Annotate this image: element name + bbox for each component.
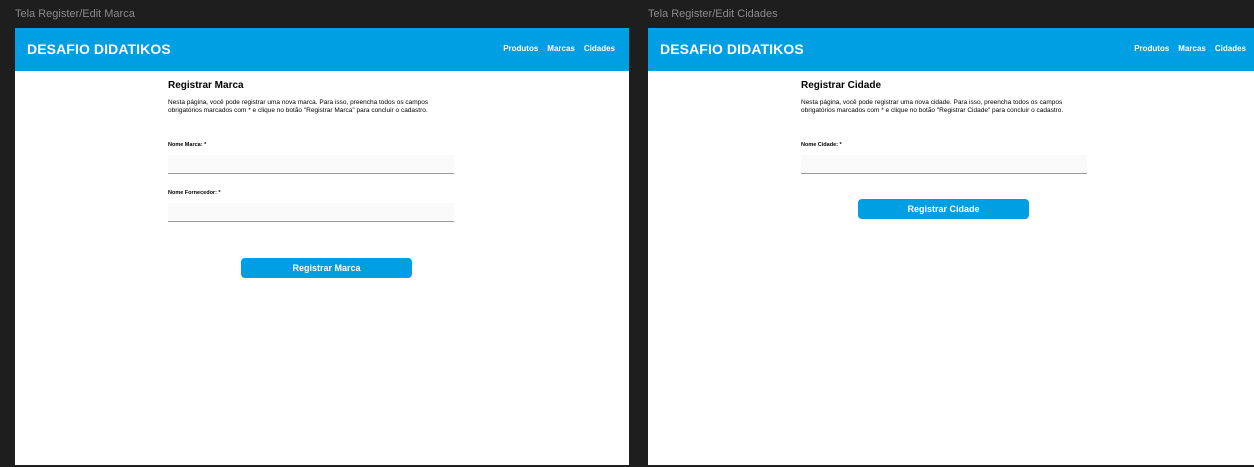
page-title: Registrar Marca bbox=[168, 80, 244, 91]
registrar-cidade-button[interactable]: Registrar Cidade bbox=[858, 199, 1029, 219]
nome-marca-input[interactable] bbox=[168, 155, 454, 174]
page-description: Nesta página, você pode registrar uma no… bbox=[801, 99, 1064, 114]
nome-marca-label: Nome Marca: * bbox=[168, 142, 207, 148]
form-content: Registrar Marca Nesta página, você pode … bbox=[168, 80, 454, 114]
registrar-marca-button[interactable]: Registrar Marca bbox=[241, 258, 412, 278]
brand-logo[interactable]: DESAFIO DIDATIKOS bbox=[27, 41, 171, 57]
navbar: DESAFIO DIDATIKOS Produtos Marcas Cidade… bbox=[15, 28, 629, 71]
page-description: Nesta página, você pode registrar uma no… bbox=[168, 99, 429, 114]
nome-fornecedor-label: Nome Fornecedor: * bbox=[168, 190, 221, 196]
nav-links: Produtos Marcas Cidades bbox=[503, 44, 615, 53]
frame-register-marca: DESAFIO DIDATIKOS Produtos Marcas Cidade… bbox=[15, 28, 629, 465]
brand-logo[interactable]: DESAFIO DIDATIKOS bbox=[660, 41, 804, 57]
nome-fornecedor-input[interactable] bbox=[168, 203, 454, 222]
navbar: DESAFIO DIDATIKOS Produtos Marcas Cidade… bbox=[648, 28, 1254, 71]
nav-link-marcas[interactable]: Marcas bbox=[547, 44, 575, 53]
frame-label-cidades: Tela Register/Edit Cidades bbox=[648, 8, 778, 20]
nome-cidade-label: Nome Cidade: * bbox=[801, 142, 842, 148]
nav-links: Produtos Marcas Cidades bbox=[1134, 44, 1246, 53]
frame-register-cidade: DESAFIO DIDATIKOS Produtos Marcas Cidade… bbox=[648, 28, 1254, 465]
nome-cidade-input[interactable] bbox=[801, 155, 1087, 174]
nav-link-cidades[interactable]: Cidades bbox=[1215, 44, 1246, 53]
frame-label-marca: Tela Register/Edit Marca bbox=[15, 8, 135, 20]
nav-link-cidades[interactable]: Cidades bbox=[584, 44, 615, 53]
nav-link-produtos[interactable]: Produtos bbox=[503, 44, 538, 53]
form-content: Registrar Cidade Nesta página, você pode… bbox=[801, 80, 1087, 114]
nav-link-marcas[interactable]: Marcas bbox=[1178, 44, 1206, 53]
page-title: Registrar Cidade bbox=[801, 80, 882, 91]
nav-link-produtos[interactable]: Produtos bbox=[1134, 44, 1169, 53]
